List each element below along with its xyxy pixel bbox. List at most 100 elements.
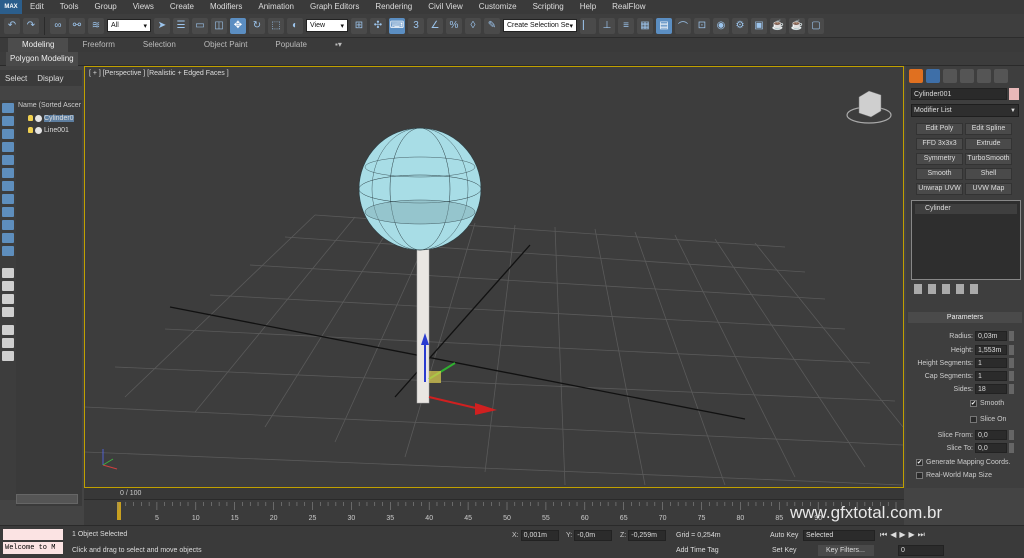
sides-field[interactable]: 18 bbox=[975, 384, 1007, 394]
filter-cameras-icon[interactable] bbox=[2, 142, 14, 152]
edit-poly-button[interactable]: Edit Poly bbox=[916, 123, 963, 135]
filter-containers-icon[interactable] bbox=[2, 220, 14, 230]
real-world-map-checkbox[interactable] bbox=[916, 472, 923, 479]
material-editor-icon[interactable]: ◉ bbox=[713, 17, 729, 34]
motion-tab-icon[interactable] bbox=[960, 69, 974, 83]
tab-freeform[interactable]: Freeform bbox=[68, 38, 128, 52]
filter-frozen-icon[interactable] bbox=[2, 233, 14, 243]
ffd-button[interactable]: FFD 3x3x3 bbox=[916, 138, 963, 150]
select-manipulate-icon[interactable]: ✣ bbox=[370, 17, 386, 34]
display-none-icon[interactable] bbox=[2, 281, 14, 291]
light-bulb-icon[interactable] bbox=[28, 115, 33, 121]
slice-to-field[interactable]: 0,0 bbox=[975, 443, 1007, 453]
bind-space-warp-icon[interactable]: ≋ bbox=[88, 17, 104, 34]
stack-item-cylinder[interactable]: Cylinder bbox=[915, 204, 1017, 214]
display-tab-icon[interactable] bbox=[977, 69, 991, 83]
select-and-place-icon[interactable]: ◐ bbox=[287, 17, 303, 34]
tab-populate[interactable]: Populate bbox=[261, 38, 321, 52]
filter-xrefs-icon[interactable] bbox=[2, 194, 14, 204]
scene-item-cylinder[interactable]: Cylinder0 bbox=[16, 112, 82, 124]
menu-modifiers[interactable]: Modifiers bbox=[202, 0, 250, 14]
redo-icon[interactable]: ↷ bbox=[23, 17, 39, 34]
slice-to-spinner[interactable] bbox=[1009, 443, 1014, 453]
undo-icon[interactable]: ↶ bbox=[4, 17, 20, 34]
link-icon[interactable]: ∞ bbox=[50, 17, 66, 34]
render-activeshade-icon[interactable]: ▢ bbox=[808, 17, 824, 34]
pivot-center-icon[interactable]: ⊞ bbox=[351, 17, 367, 34]
toggle-ribbon-icon[interactable]: ▦ bbox=[637, 17, 653, 34]
menu-create[interactable]: Create bbox=[162, 0, 202, 14]
find-icon[interactable] bbox=[2, 338, 14, 348]
y-field[interactable]: -0,0m bbox=[574, 530, 613, 541]
app-logo[interactable]: MAX bbox=[0, 0, 22, 14]
x-field[interactable]: 0,001m bbox=[520, 530, 559, 541]
angle-snap-icon[interactable]: ∠ bbox=[427, 17, 443, 34]
select-by-name-icon[interactable]: ☰ bbox=[173, 17, 189, 34]
menu-edit[interactable]: Edit bbox=[22, 0, 52, 14]
gizmo-x-axis[interactable] bbox=[428, 396, 481, 410]
uvw-map-button[interactable]: UVW Map bbox=[965, 183, 1012, 195]
scene-column-header[interactable]: Name (Sorted Ascer bbox=[16, 100, 82, 112]
radius-field[interactable]: 0,03m bbox=[975, 331, 1007, 341]
display-children-icon[interactable] bbox=[2, 307, 14, 317]
go-to-start-icon[interactable]: ⏮ bbox=[880, 530, 887, 540]
modifier-list-dropdown[interactable]: Modifier List bbox=[911, 104, 1019, 117]
filter-bones-icon[interactable] bbox=[2, 207, 14, 217]
make-unique-icon[interactable] bbox=[942, 284, 950, 294]
menu-group[interactable]: Group bbox=[86, 0, 124, 14]
filter-shapes-icon[interactable] bbox=[2, 116, 14, 126]
modify-tab-icon[interactable] bbox=[926, 69, 940, 83]
track-bar[interactable]: 5 10 15 20 25 30 35 40 45 50 55 60 65 70 75 80 85 90 bbox=[84, 499, 904, 525]
radius-spinner[interactable] bbox=[1009, 331, 1014, 341]
unlink-icon[interactable]: ⚯ bbox=[69, 17, 85, 34]
filter-geometry-icon[interactable] bbox=[2, 103, 14, 113]
tab-selection[interactable]: Selection bbox=[129, 38, 190, 52]
scene-tab-select[interactable]: Select bbox=[0, 74, 32, 83]
remove-modifier-icon[interactable] bbox=[956, 284, 964, 294]
window-crossing-icon[interactable]: ◫ bbox=[211, 17, 227, 34]
menu-views[interactable]: Views bbox=[125, 0, 162, 14]
menu-animation[interactable]: Animation bbox=[250, 0, 302, 14]
unwrap-uvw-button[interactable]: Unwrap UVW bbox=[916, 183, 963, 195]
rendered-frame-window-icon[interactable]: ▣ bbox=[751, 17, 767, 34]
utilities-tab-icon[interactable] bbox=[994, 69, 1008, 83]
shell-button[interactable]: Shell bbox=[965, 168, 1012, 180]
object-name-field[interactable]: Cylinder001 bbox=[911, 88, 1007, 100]
height-field[interactable]: 1,553m bbox=[975, 345, 1007, 355]
slice-on-checkbox[interactable] bbox=[970, 416, 977, 423]
render-production-icon[interactable]: ☕ bbox=[770, 17, 786, 34]
tab-object-paint[interactable]: Object Paint bbox=[190, 38, 262, 52]
scene-explorer-icon[interactable]: ▤ bbox=[656, 17, 672, 34]
reference-coordinate-dropdown[interactable]: View ▾ bbox=[306, 19, 348, 32]
menu-civil-view[interactable]: Civil View bbox=[420, 0, 471, 14]
object-color-swatch[interactable] bbox=[1009, 88, 1019, 100]
curve-editor-icon[interactable]: ⌒ bbox=[675, 17, 691, 34]
display-all-icon[interactable] bbox=[2, 268, 14, 278]
perspective-viewport[interactable]: [ + ] [Perspective ] [Realistic + Edged … bbox=[84, 66, 904, 488]
viewport-label[interactable]: [ + ] [Perspective ] [Realistic + Edged … bbox=[89, 70, 229, 77]
menu-tools[interactable]: Tools bbox=[52, 0, 87, 14]
layer-explorer-icon[interactable]: ≡ bbox=[618, 17, 634, 34]
cap-segments-field[interactable]: 1 bbox=[975, 371, 1007, 381]
edit-named-selection-icon[interactable]: ✎ bbox=[484, 17, 500, 34]
turbosmooth-button[interactable]: TurboSmooth bbox=[965, 153, 1012, 165]
align-icon[interactable]: ⊥ bbox=[599, 17, 615, 34]
previous-frame-icon[interactable]: ◀ bbox=[890, 530, 896, 540]
ribbon-options-icon[interactable]: ▪▾ bbox=[321, 38, 356, 52]
parameters-rollout[interactable]: Parameters bbox=[908, 312, 1022, 323]
render-iterative-icon[interactable]: ☕ bbox=[789, 17, 805, 34]
extrude-button[interactable]: Extrude bbox=[965, 138, 1012, 150]
smooth-button[interactable]: Smooth bbox=[916, 168, 963, 180]
display-invert-icon[interactable] bbox=[2, 294, 14, 304]
selection-filter-dropdown[interactable]: All ▾ bbox=[107, 19, 151, 32]
go-to-end-icon[interactable]: ⏭ bbox=[918, 530, 925, 540]
create-tab-icon[interactable] bbox=[909, 69, 923, 83]
spinner-snap-icon[interactable]: ◊ bbox=[465, 17, 481, 34]
explorer-options-icon[interactable] bbox=[2, 351, 14, 361]
next-frame-icon[interactable]: ▶ bbox=[909, 530, 915, 540]
cylinder-object[interactable] bbox=[416, 248, 430, 404]
add-time-tag[interactable]: Add Time Tag bbox=[676, 547, 719, 554]
configure-modifier-sets-icon[interactable] bbox=[970, 284, 978, 294]
welcome-field[interactable]: Welcome to M bbox=[3, 542, 63, 554]
time-slider[interactable]: 0 / 100 bbox=[84, 488, 904, 499]
